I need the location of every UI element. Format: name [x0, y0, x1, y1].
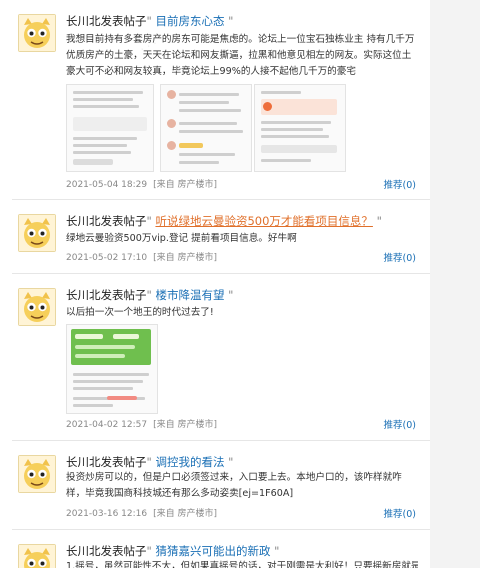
profile-post-feed: · · · 长川北发表帖子" 目前房东心态 " 我想目前持有多套房产的房东可能是… [0, 0, 480, 568]
quote-mark: " [228, 14, 234, 28]
quote-mark: " [228, 455, 234, 469]
post-meta: 2021-05-02 17:10 [来自 房产楼市] [66, 250, 223, 263]
quote-mark: " [146, 455, 152, 469]
quote-mark: " [376, 214, 382, 228]
post-title-link[interactable]: 调控我的看法 [155, 455, 224, 469]
avatar[interactable] [18, 14, 56, 52]
divider [12, 273, 430, 274]
divider [12, 440, 430, 441]
quote-mark: " [146, 14, 152, 28]
cat-avatar-icon [19, 545, 55, 568]
avatar[interactable] [18, 288, 56, 326]
quote-mark: " [146, 214, 152, 228]
post-header: 长川北发表帖子" 楼市降温有望 " [66, 287, 233, 303]
action-text: 发表帖子 [100, 214, 147, 228]
post-body: 1.摇号，虽然可能性不大，但如果真摇号的话，对于刚需是大利好！只要摇新房就是了。… [66, 561, 418, 568]
divider [12, 199, 430, 200]
post-date: 2021-05-04 18:29 [66, 180, 148, 190]
recommend-button[interactable]: 推荐(0) [384, 417, 416, 431]
cat-avatar-icon [19, 15, 55, 51]
post-date: 2021-05-02 17:10 [66, 253, 148, 263]
action-text: 发表帖子 [100, 544, 147, 558]
post-header: 长川北发表帖子" 猜猜嘉兴可能出的新政 " [66, 543, 279, 559]
recommend-button[interactable]: 推荐(0) [384, 250, 416, 264]
recommend-button[interactable]: 推荐(0) [384, 177, 416, 191]
post-body: 投资炒房可以的，但是户口必须签过来，入口要上去。本地户口的，该咋样就咋样，毕竟我… [66, 472, 402, 499]
attached-image[interactable] [160, 84, 252, 172]
post-date: 2021-04-02 12:57 [66, 420, 148, 430]
attached-image[interactable] [66, 324, 158, 414]
avatar[interactable] [18, 214, 56, 252]
feed-panel: · · · 长川北发表帖子" 目前房东心态 " 我想目前持有多套房产的房东可能是… [0, 0, 430, 568]
post-header: 长川北发表帖子" 听说绿地云曼验资500万才能看项目信息？ " [66, 213, 382, 229]
attached-image[interactable] [254, 84, 346, 172]
post-meta: 2021-05-04 18:29 [来自 房产楼市] [66, 177, 223, 190]
post-source-link[interactable]: [来自 房产楼市] [153, 509, 217, 519]
post-title-link[interactable]: 听说绿地云曼验资500万才能看项目信息？ [155, 214, 372, 228]
action-text: 发表帖子 [100, 14, 147, 28]
avatar[interactable] [18, 544, 56, 568]
author-link[interactable]: 长川北 [66, 214, 101, 228]
author-link[interactable]: 长川北 [66, 455, 101, 469]
author-link[interactable]: 长川北 [66, 14, 101, 28]
cat-avatar-icon [19, 215, 55, 251]
cat-avatar-icon [19, 289, 55, 325]
post-source-link[interactable]: [来自 房产楼市] [153, 253, 217, 263]
post-body: 我想目前持有多套房产的房东可能是焦虑的。论坛上一位宝石独栋业主 持有几千万优质房… [66, 34, 415, 77]
author-link[interactable]: 长川北 [66, 288, 101, 302]
post-date: 2021-03-16 12:16 [66, 509, 148, 519]
avatar[interactable] [18, 455, 56, 493]
post-meta: 2021-04-02 12:57 [来自 房产楼市] [66, 417, 223, 430]
post-header: 长川北发表帖子" 目前房东心态 " [66, 13, 233, 29]
post-header: 长川北发表帖子" 调控我的看法 " [66, 454, 233, 470]
post-source-link[interactable]: [来自 房产楼市] [153, 420, 217, 430]
recommend-button[interactable]: 推荐(0) [384, 506, 416, 520]
quote-mark: " [228, 288, 234, 302]
author-link[interactable]: 长川北 [66, 544, 101, 558]
post-meta: 2021-03-16 12:16 [来自 房产楼市] [66, 506, 223, 519]
post-title-link[interactable]: 目前房东心态 [155, 14, 224, 28]
quote-mark: " [146, 288, 152, 302]
post-body: 绿地云曼验资500万vip.登记 提前看项目信息。好牛啊 [66, 233, 297, 244]
quote-mark: " [146, 544, 152, 558]
cat-avatar-icon [19, 456, 55, 492]
quote-mark: " [274, 544, 280, 558]
attached-image[interactable] [66, 84, 154, 172]
post-source-link[interactable]: [来自 房产楼市] [153, 180, 217, 190]
divider [12, 529, 430, 530]
action-text: 发表帖子 [100, 288, 147, 302]
post-title-link[interactable]: 猜猜嘉兴可能出的新政 [155, 544, 270, 558]
action-text: 发表帖子 [100, 455, 147, 469]
right-rail [430, 0, 480, 568]
post-body: 以后拍一次一个地王的时代过去了! [66, 307, 214, 318]
post-title-link[interactable]: 楼市降温有望 [155, 288, 224, 302]
